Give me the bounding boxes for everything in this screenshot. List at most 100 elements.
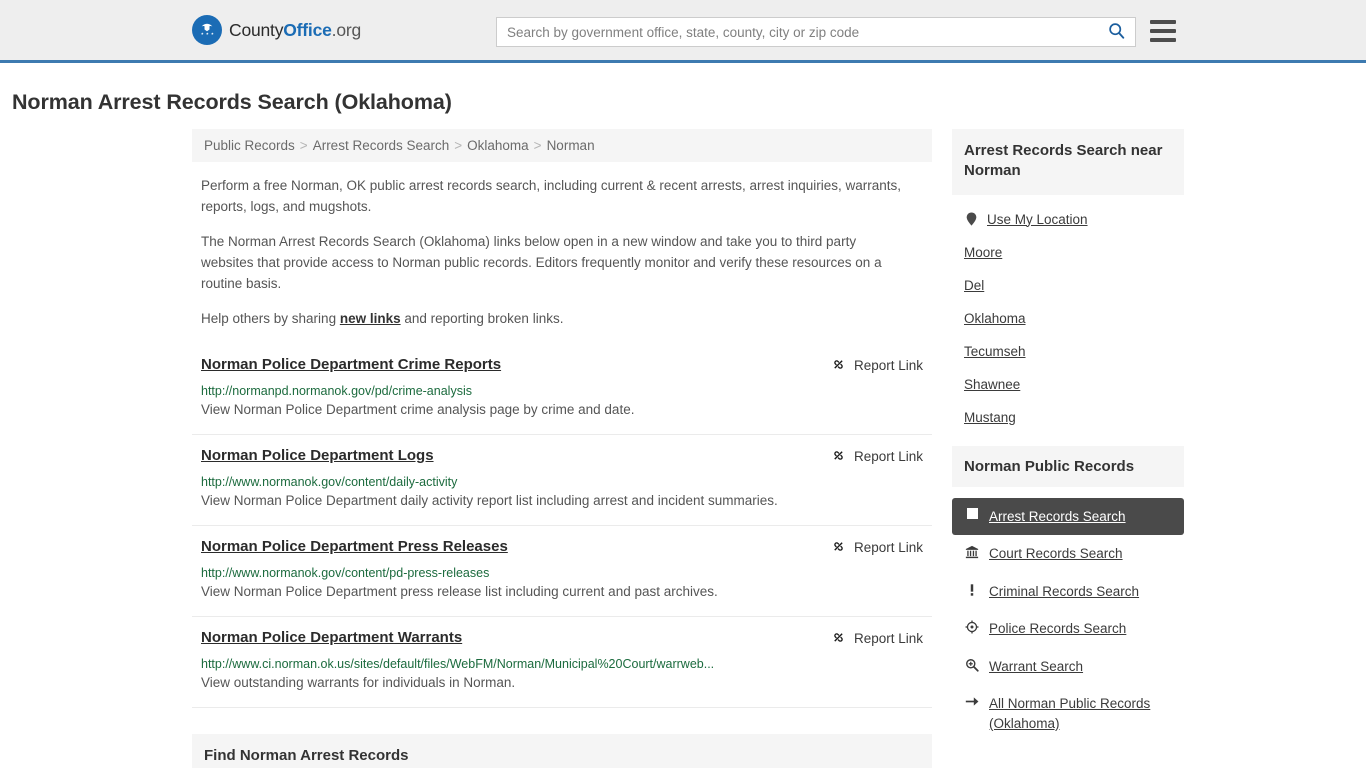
breadcrumb-separator: > xyxy=(454,138,463,153)
report-link-button[interactable]: Report Link xyxy=(831,539,923,557)
listing-item: Norman Police Department Logs Report Lin… xyxy=(192,435,932,526)
listing-description: View outstanding warrants for individual… xyxy=(201,675,516,691)
broken-link-icon xyxy=(831,539,846,557)
intro-paragraph-2: The Norman Arrest Records Search (Oklaho… xyxy=(201,233,882,291)
sidebar-near-label[interactable]: Oklahoma xyxy=(964,311,1026,326)
sidebar-item-del[interactable]: Del xyxy=(952,269,1184,302)
listing-description: View Norman Police Department press rele… xyxy=(201,584,718,600)
main-column: Public Records > Arrest Records Search > Okl… xyxy=(192,129,932,768)
sidebar-near-heading: Arrest Records Search near Norman xyxy=(952,129,1184,195)
breadcrumb-item-norman[interactable]: Norman xyxy=(547,138,595,153)
content-row: Public Records > Arrest Records Search > Okl… xyxy=(192,129,1184,768)
new-links-link[interactable]: new links xyxy=(340,311,401,326)
listing-description: View Norman Police Department crime anal… xyxy=(201,401,635,417)
police-badge-icon xyxy=(964,620,980,634)
hamburger-bar xyxy=(1150,38,1176,42)
listing-url: http://normanpd.normanok.gov/pd/crime-an… xyxy=(201,383,472,398)
sidebar-records-heading: Norman Public Records xyxy=(952,445,1184,487)
sidebar-record-label[interactable]: Police Records Search xyxy=(989,619,1126,639)
page-body: Norman Arrest Records Search (Oklahoma) … xyxy=(0,90,1366,768)
breadcrumb-item-oklahoma[interactable]: Oklahoma xyxy=(467,138,529,153)
hamburger-menu-icon[interactable] xyxy=(1150,20,1176,42)
sidebar-near-label[interactable]: Moore xyxy=(964,245,1002,260)
report-link-button[interactable]: Report Link xyxy=(831,357,923,375)
listing-title-link[interactable]: Norman Police Department Logs xyxy=(201,447,434,465)
hamburger-bar xyxy=(1150,20,1176,24)
sidebar-record-warrant-search[interactable]: Warrant Search xyxy=(952,648,1184,686)
find-records-section-header: Find Norman Arrest Records xyxy=(192,734,932,768)
sidebar-records-list: Arrest Records Search Court Records Sear… xyxy=(952,497,1184,743)
broken-link-icon xyxy=(831,357,846,375)
sidebar-record-court-records-search[interactable]: Court Records Search xyxy=(952,535,1184,573)
sidebar-item-use-my-location[interactable]: Use My Location xyxy=(952,203,1184,236)
report-link-button[interactable]: Report Link xyxy=(831,630,923,648)
breadcrumb-item-public-records[interactable]: Public Records xyxy=(204,138,295,153)
sidebar-record-label[interactable]: Arrest Records Search xyxy=(989,507,1126,527)
eagle-seal-icon xyxy=(192,15,222,45)
listing-item: Norman Police Department Crime Reports R… xyxy=(192,344,932,435)
sidebar-record-arrest-records-search[interactable]: Arrest Records Search xyxy=(952,497,1184,536)
report-link-button[interactable]: Report Link xyxy=(831,448,923,466)
sidebar-near-list: Use My Location Moore Del Oklahoma Tecum… xyxy=(952,195,1184,434)
listing-description: View Norman Police Department daily acti… xyxy=(201,492,778,508)
sidebar-item-shawnee[interactable]: Shawnee xyxy=(952,368,1184,401)
sidebar-item-moore[interactable]: Moore xyxy=(952,236,1184,269)
square-icon xyxy=(964,507,980,519)
report-link-label: Report Link xyxy=(853,358,923,374)
sidebar-record-label[interactable]: Court Records Search xyxy=(989,544,1123,564)
sidebar-near-label[interactable]: Mustang xyxy=(964,410,1016,425)
exclamation-icon xyxy=(964,583,980,597)
search-bar[interactable] xyxy=(496,17,1136,47)
sidebar-record-all-norman-public-records[interactable]: All Norman Public Records (Oklahoma) xyxy=(952,685,1184,742)
site-logo[interactable]: CountyOffice.org xyxy=(192,15,361,45)
logo-org: .org xyxy=(331,19,362,40)
listing-url: http://www.normanok.gov/content/daily-ac… xyxy=(201,474,458,489)
sidebar-record-label[interactable]: Criminal Records Search xyxy=(989,582,1139,602)
map-pin-icon xyxy=(964,212,979,226)
listing-title-link[interactable]: Norman Police Department Warrants xyxy=(201,629,462,647)
report-link-label: Report Link xyxy=(853,449,923,465)
sidebar-record-criminal-records-search[interactable]: Criminal Records Search xyxy=(952,573,1184,611)
broken-link-icon xyxy=(831,630,846,648)
site-header: CountyOffice.org xyxy=(0,0,1366,63)
sidebar: Arrest Records Search near Norman Use My… xyxy=(952,129,1184,742)
search-input[interactable] xyxy=(497,24,1104,40)
logo-wordmark: CountyOffice.org xyxy=(229,20,361,41)
sidebar-near-label[interactable]: Del xyxy=(964,278,984,293)
listing-title-link[interactable]: Norman Police Department Crime Reports xyxy=(201,356,501,374)
breadcrumb-separator: > xyxy=(533,138,542,153)
arrow-right-icon xyxy=(964,695,980,708)
search-button[interactable] xyxy=(1104,22,1135,42)
hamburger-bar xyxy=(1150,29,1176,33)
listing-item: Norman Police Department Press Releases … xyxy=(192,526,932,617)
sidebar-near-label[interactable]: Shawnee xyxy=(964,377,1020,392)
listing-title-link[interactable]: Norman Police Department Press Releases xyxy=(201,538,508,556)
share-text-before: Help others by sharing xyxy=(201,310,340,326)
courthouse-icon xyxy=(964,545,980,559)
listing-url: http://www.ci.norman.ok.us/sites/default… xyxy=(201,656,715,671)
search-icon xyxy=(1108,22,1125,42)
broken-link-icon xyxy=(831,448,846,466)
report-link-label: Report Link xyxy=(853,631,923,647)
intro-paragraph-1: Perform a free Norman, OK public arrest … xyxy=(201,178,902,214)
find-records-title: Find Norman Arrest Records xyxy=(204,747,409,765)
page-title: Norman Arrest Records Search (Oklahoma) xyxy=(12,90,452,114)
sidebar-record-label[interactable]: Warrant Search xyxy=(989,657,1083,677)
report-link-label: Report Link xyxy=(853,540,923,556)
logo-office: Office xyxy=(283,19,332,40)
listing-url: http://www.normanok.gov/content/pd-press… xyxy=(201,565,490,580)
breadcrumb: Public Records > Arrest Records Search > Okl… xyxy=(192,129,932,162)
sidebar-record-police-records-search[interactable]: Police Records Search xyxy=(952,610,1184,648)
breadcrumb-separator: > xyxy=(299,138,308,153)
sidebar-record-label[interactable]: All Norman Public Records (Oklahoma) xyxy=(989,694,1172,733)
sidebar-item-mustang[interactable]: Mustang xyxy=(952,401,1184,434)
sidebar-item-oklahoma[interactable]: Oklahoma xyxy=(952,302,1184,335)
magnifier-plus-icon xyxy=(964,658,980,672)
sidebar-item-tecumseh[interactable]: Tecumseh xyxy=(952,335,1184,368)
listing-header: Norman Police Department Press Releases … xyxy=(201,538,923,557)
listing-header: Norman Police Department Warrants Report… xyxy=(201,629,923,648)
sidebar-near-label[interactable]: Use My Location xyxy=(987,212,1088,227)
breadcrumb-item-arrest-records-search[interactable]: Arrest Records Search xyxy=(313,138,450,153)
listing-header: Norman Police Department Logs Report Lin… xyxy=(201,447,923,466)
sidebar-near-label[interactable]: Tecumseh xyxy=(964,344,1026,359)
